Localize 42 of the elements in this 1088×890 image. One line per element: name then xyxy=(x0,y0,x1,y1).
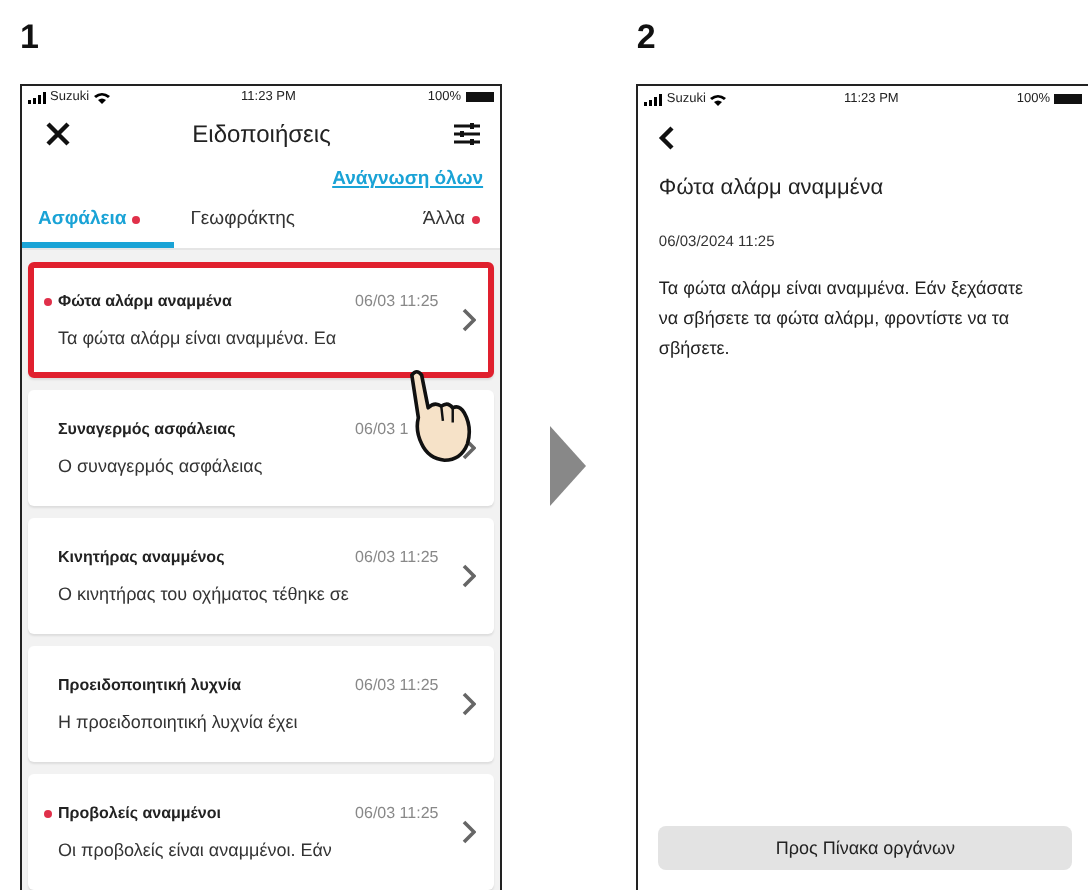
notification-card[interactable]: Κινητήρας αναμμένος 06/03 11:25 Ο κινητήρας του οχήματος τέθηκε σε xyxy=(28,518,494,634)
notification-title: Κινητήρας αναμμένος xyxy=(58,548,227,566)
chevron-right-icon xyxy=(461,308,476,332)
close-icon[interactable] xyxy=(46,121,70,146)
notification-card[interactable]: Φώτα αλάρμ αναμμένα 06/03 11:25 Τα φώτα αλάρμ είναι αναμμένα. Εα xyxy=(28,262,494,378)
notification-title: Προειδοποιητική λυχνία xyxy=(58,676,244,694)
notification-card[interactable]: Προειδοποιητική λυχνία 06/03 11:25 Η προειδοποιητική λυχνία έχει xyxy=(28,646,494,762)
step-number: 2 xyxy=(636,16,658,60)
notification-text: Οι προβολείς είναι αναμμένοι. Εάν xyxy=(58,840,334,860)
back-icon[interactable] xyxy=(658,126,675,150)
signal-icon xyxy=(644,93,663,105)
notification-title: Συναγερμός ασφάλειας xyxy=(58,420,238,438)
wifi-icon xyxy=(709,93,726,105)
battery-icon xyxy=(1054,94,1082,104)
chevron-right-icon xyxy=(461,564,476,588)
settings-icon[interactable] xyxy=(453,121,480,146)
notification-title: Φώτα αλάρμ αναμμένα xyxy=(656,174,886,200)
chevron-right-icon xyxy=(461,692,476,716)
signal-icon xyxy=(28,91,46,103)
notification-time: 06/03 11:25 xyxy=(355,548,441,566)
notification-time: 06/03 11:25 xyxy=(355,676,441,694)
notification-card[interactable]: Συναγερμός ασφάλειας 06/03 1 Ο συναγερμός ασφάλειας xyxy=(28,390,494,506)
notification-card[interactable]: Προβολείς αναμμένοι 06/03 11:25 Οι προβολείς είναι αναμμένοι. Εάν xyxy=(28,774,494,890)
tab[interactable]: Γεωφράκτης xyxy=(174,208,327,248)
dashboard-button[interactable]: Προς Πίνακα οργάνων xyxy=(658,826,1072,870)
notification-time: 06/03 11:25 xyxy=(355,292,441,310)
screen-title: Ειδοποιήσεις xyxy=(192,119,331,148)
notification-text: Τα φώτα αλάρμ είναι αναμμένα. Εάν ξεχάσατε να σβήσετε τα φώτα αλάρμ, φροντίστε να τα σβήσετε. xyxy=(656,276,1026,362)
tab[interactable]: Άλλα xyxy=(326,208,500,248)
step-number: 1 xyxy=(20,16,41,60)
chevron-right-icon xyxy=(461,820,476,844)
notification-text: Τα φώτα αλάρμ είναι αναμμένα. Εα xyxy=(58,328,339,348)
wifi-icon xyxy=(93,91,110,103)
notification-title: Προβολείς αναμμένοι xyxy=(58,804,223,822)
notification-time: 06/03 1 xyxy=(355,420,411,438)
arrow-right-icon xyxy=(550,425,587,505)
notification-text: Ο συναγερμός ασφάλειας xyxy=(58,456,265,476)
battery-icon xyxy=(465,92,494,102)
notification-title: Φώτα αλάρμ αναμμένα xyxy=(58,292,234,310)
notification-text: Η προειδοποιητική λυχνία έχει xyxy=(58,712,300,732)
notification-text: Ο κινητήρας του οχήματος τέθηκε σε xyxy=(58,584,351,604)
notification-time: 06/03 11:25 xyxy=(355,804,441,822)
